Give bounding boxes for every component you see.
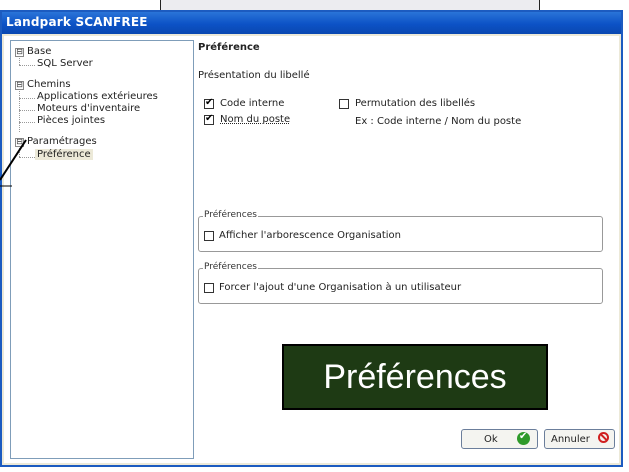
code-interne-checkbox[interactable] [204,97,214,109]
callout-pointer [0,139,27,187]
afficher-arborescence-label: Afficher l'arborescence Organisation [219,230,401,241]
forcer-ajout-checkbox[interactable] [204,283,214,293]
preferences-group-1: Préférences Afficher l'arborescence Orga… [198,210,603,252]
tree-item-applications-exterieures[interactable]: Applications extérieures [37,91,158,102]
title-bar[interactable]: Landpark SCANFREE [2,12,621,34]
code-interne-label: Code interne [220,98,285,109]
panel-heading: Préférence [198,42,260,53]
ok-label: Ok [484,434,498,445]
label-presentation: Présentation du libellé [198,70,310,81]
forcer-ajout-label: Forcer l'ajout d'une Organisation à un u… [219,282,462,293]
nom-du-poste-label: Nom du poste [220,114,291,125]
example-text: Ex : Code interne / Nom du poste [355,116,522,127]
tree-item-preference[interactable]: Préférence [35,149,93,160]
ok-button[interactable]: Ok [461,429,538,449]
afficher-arborescence-checkbox[interactable] [204,231,214,241]
tree-item-moteurs-inventaire[interactable]: Moteurs d'inventaire [37,103,140,114]
permutation-label: Permutation des libellés [355,98,476,109]
cancel-icon [598,432,609,443]
cancel-button[interactable]: Annuler [544,429,615,449]
cancel-label: Annuler [551,434,590,445]
preferences-group-2: Préférences Forcer l'ajout d'une Organis… [198,262,603,304]
permutation-checkbox[interactable] [339,99,349,109]
preferences-caption: Préférences [282,344,548,410]
group-2-legend: Préférences [203,262,258,272]
group-1-legend: Préférences [203,210,258,220]
nom-du-poste-checkbox[interactable] [204,113,214,125]
check-icon [517,431,530,445]
tree-item-pieces-jointes[interactable]: Pièces jointes [37,115,105,126]
tree-item-sql-server[interactable]: SQL Server [37,58,93,69]
